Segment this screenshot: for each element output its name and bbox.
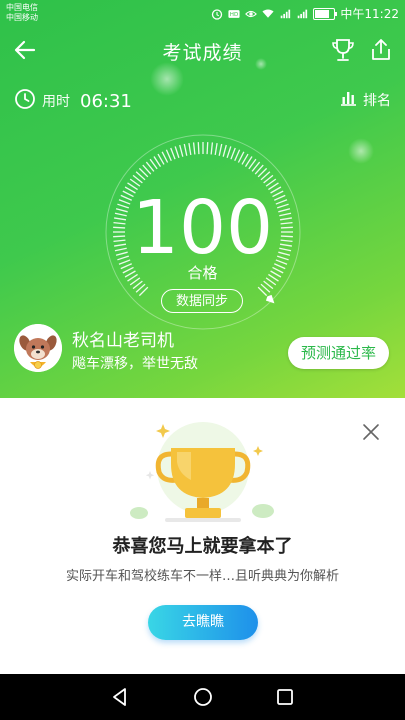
pass-status: 合格 [187, 264, 218, 282]
trophy-icon[interactable] [329, 36, 357, 64]
time-used: 用时 06:31 [14, 88, 132, 114]
gauge-tick [226, 146, 232, 159]
rank-button[interactable]: 排名 [339, 89, 391, 111]
nav-back-icon[interactable] [107, 684, 133, 710]
gauge-tick [174, 146, 180, 159]
time-value: 06:31 [80, 90, 132, 112]
gauge-tick [165, 149, 172, 162]
status-bar: 中国电信 中国移动 HD 中午11:22 [0, 0, 405, 28]
gauge-tick [161, 151, 169, 163]
trophy-illustration [130, 422, 274, 522]
gauge-tick [230, 147, 236, 160]
svg-text:HD: HD [230, 12, 238, 18]
signal-4g-icon [296, 8, 308, 20]
score-value: 100 [131, 185, 274, 271]
signal-3g-icon [279, 8, 291, 20]
gauge-tick [234, 149, 241, 162]
time-label: 用时 [42, 94, 70, 110]
clock-time: 中午11:22 [340, 7, 399, 21]
gauge-tick [206, 142, 209, 155]
gauge-tick [179, 144, 184, 157]
gauge-tick [218, 143, 223, 156]
alarm-icon [211, 8, 223, 20]
gauge-tick [237, 151, 245, 163]
share-icon[interactable] [367, 36, 395, 64]
wifi-icon [262, 8, 274, 20]
avatar[interactable] [14, 324, 62, 372]
user-name: 秋名山老司机 [72, 331, 174, 351]
gauge-tick [214, 143, 218, 156]
result-header-area: 中国电信 中国移动 HD 中午11:22 考试成绩 用时 06:31 排名 10… [0, 0, 405, 398]
gauge-tick [210, 142, 214, 155]
promo-subtext: 实际开车和驾校练车不一样…且听典典为你解析 [65, 569, 339, 584]
congrats-heading: 恭喜您马上就要拿本了 [112, 536, 293, 557]
gauge-tick [188, 143, 192, 156]
status-icons: HD 中午11:22 [211, 5, 399, 22]
battery-icon [313, 7, 338, 20]
bar-chart-icon [339, 89, 357, 111]
close-icon[interactable] [361, 422, 381, 442]
gauge-tick [222, 144, 227, 157]
carrier-info: 中国电信 中国移动 [6, 3, 38, 23]
predict-pass-rate-button[interactable]: 预测通过率 [288, 337, 389, 369]
sync-data-button[interactable]: 数据同步 [161, 289, 243, 313]
eye-icon [245, 8, 258, 20]
clock-icon [14, 88, 36, 114]
hd-icon: HD [228, 8, 240, 20]
gauge-tick [183, 143, 188, 156]
nav-home-icon[interactable] [190, 684, 216, 710]
promo-card: 恭喜您马上就要拿本了 实际开车和驾校练车不一样…且听典典为你解析 去瞧瞧 [0, 398, 405, 674]
carrier-1: 中国电信 [6, 3, 38, 12]
system-navigation-bar [0, 674, 405, 720]
gauge-tick [170, 147, 176, 160]
nav-recents-icon[interactable] [272, 684, 298, 710]
gauge-tick [192, 142, 196, 155]
top-navigation: 考试成绩 [0, 30, 405, 70]
gauge-tick [157, 153, 165, 165]
user-motto: 飚车漂移，举世无敌 [72, 356, 198, 372]
gauge-tick [197, 142, 200, 155]
carrier-2: 中国移动 [6, 13, 38, 22]
go-check-button[interactable]: 去瞧瞧 [148, 605, 258, 640]
gauge-tick [241, 153, 249, 165]
decor-bubble [348, 138, 374, 164]
rank-label: 排名 [363, 93, 391, 109]
